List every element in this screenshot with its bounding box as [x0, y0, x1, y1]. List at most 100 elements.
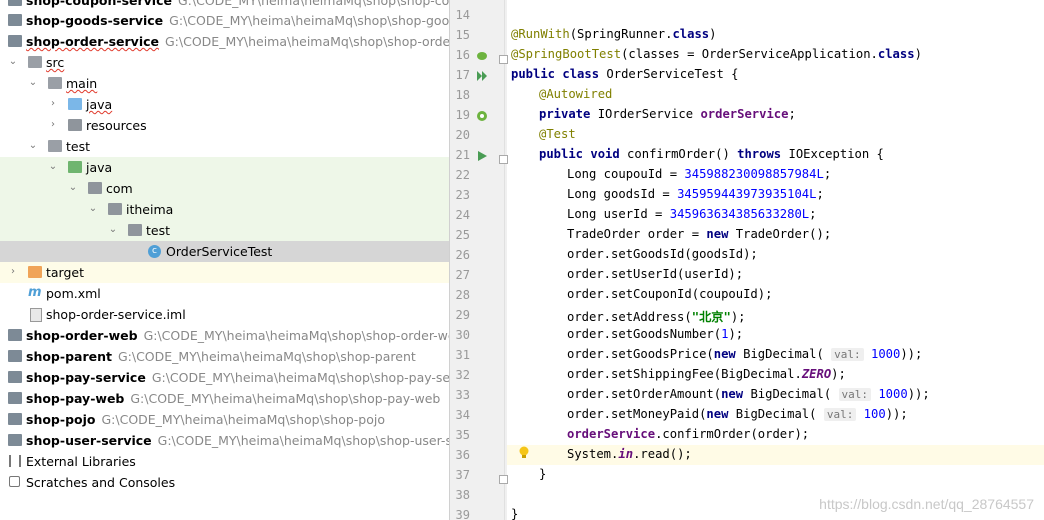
code-line: TradeOrder order = new TradeOrder(); — [567, 227, 832, 241]
line-number: 20 — [455, 128, 470, 142]
folder-icon — [28, 56, 42, 68]
param-hint: val: — [831, 348, 864, 361]
lightbulb-icon[interactable] — [518, 446, 530, 460]
module-name: shop-order-service — [26, 34, 159, 49]
tree-scratches-consoles[interactable]: Scratches and Consoles — [0, 472, 449, 493]
code-line: } — [511, 507, 519, 520]
line-number: 37 — [455, 468, 470, 482]
test-source-folder-icon — [68, 161, 82, 173]
code-line: order.setAddress("北京"); — [567, 310, 746, 324]
spring-bean-icon[interactable] — [476, 50, 488, 62]
tree-package-itheima[interactable]: ⌄ itheima — [0, 199, 449, 220]
module-icon — [8, 329, 22, 341]
fold-marker[interactable] — [499, 155, 508, 164]
run-test-icon[interactable] — [476, 150, 488, 162]
chevron-down-icon[interactable]: ⌄ — [68, 182, 78, 194]
module-path: G:\CODE_MY\heima\heimaMq\shop\shop-goods… — [169, 13, 449, 28]
tree-file-iml[interactable]: shop-order-service.iml — [0, 304, 449, 325]
chevron-down-icon[interactable]: ⌄ — [88, 203, 98, 215]
gutter-separator — [504, 0, 505, 520]
code-line: public class OrderServiceTest { — [511, 67, 739, 81]
chevron-down-icon[interactable]: ⌄ — [8, 56, 18, 68]
line-number: 38 — [455, 488, 470, 502]
tree-module-shop-order-web[interactable]: shop-order-web G:\CODE_MY\heima\heimaMq\s… — [0, 325, 449, 346]
java-class-icon: c — [148, 245, 161, 258]
iml-file-icon — [30, 308, 42, 322]
module-icon — [8, 35, 22, 47]
line-number: 33 — [455, 388, 470, 402]
module-path: G:\CODE_MY\heima\heimaMq\shop\shop-pay-s… — [151, 370, 449, 385]
tree-item-label: java — [86, 97, 113, 112]
line-number: 19 — [455, 108, 470, 122]
autowired-bean-icon[interactable] — [476, 110, 488, 122]
module-icon — [8, 14, 22, 26]
tree-module-shop-pay-service[interactable]: shop-pay-service G:\CODE_MY\heima\heimaMq… — [0, 367, 449, 388]
tree-file-pom[interactable]: m pom.xml — [0, 283, 449, 304]
tree-module-shop-pojo[interactable]: shop-pojo G:\CODE_MY\heima\heimaMq\shop\s… — [0, 409, 449, 430]
tree-package-test[interactable]: ⌄ test — [0, 220, 449, 241]
package-icon — [128, 224, 142, 236]
module-icon — [8, 350, 22, 362]
tree-module-shop-pay-web[interactable]: shop-pay-web G:\CODE_MY\heima\heimaMq\sho… — [0, 388, 449, 409]
code-line: order.setShippingFee(BigDecimal.ZERO); — [567, 367, 846, 381]
param-hint: val: — [838, 388, 871, 401]
code-line: @Autowired — [539, 87, 613, 101]
code-line: order.setCouponId(coupouId); — [567, 287, 773, 301]
module-icon — [8, 371, 22, 383]
module-path: G:\CODE_MY\heima\heimaMq\shop\shop-paren… — [117, 349, 416, 364]
tree-external-libraries[interactable]: External Libraries — [0, 451, 449, 472]
libraries-icon — [9, 455, 21, 467]
chevron-right-icon[interactable]: › — [48, 119, 58, 131]
tree-module-shop-goods-service[interactable]: shop-goods-service G:\CODE_MY\heima\heima… — [0, 10, 449, 31]
line-number: 14 — [455, 8, 470, 22]
tree-file-orderservicetest[interactable]: c OrderServiceTest — [0, 241, 449, 262]
tree-package-com[interactable]: ⌄ com — [0, 178, 449, 199]
run-all-tests-icon[interactable] — [476, 70, 488, 82]
resources-folder-icon — [68, 119, 82, 131]
tree-folder-main[interactable]: ⌄ main — [0, 73, 449, 94]
line-number: 29 — [455, 308, 470, 322]
code-line: Long coupouId = 345988230098857984L; — [567, 167, 832, 181]
tree-item-label: External Libraries — [26, 454, 136, 469]
module-path: G:\CODE_MY\heima\heimaMq\shop\shop-pay-w… — [130, 391, 441, 406]
code-line: order.setMoneyPaid(new BigDecimal( val: … — [567, 407, 908, 421]
chevron-right-icon[interactable]: › — [8, 266, 18, 278]
param-hint: val: — [823, 408, 857, 421]
module-path: G:\CODE_MY\heima\heimaMq\shop\shop-pojo — [101, 412, 386, 427]
tree-folder-resources[interactable]: › resources — [0, 115, 449, 136]
module-name: shop-parent — [26, 349, 112, 364]
fold-marker[interactable] — [499, 475, 508, 484]
tree-folder-java-test[interactable]: ⌄ java — [0, 157, 449, 178]
tree-module-shop-user-service[interactable]: shop-user-service G:\CODE_MY\heima\heimaM… — [0, 430, 449, 451]
line-number: 22 — [455, 168, 470, 182]
tree-item-label: com — [106, 181, 133, 196]
code-line: private IOrderService orderService; — [539, 107, 796, 121]
module-icon — [8, 413, 22, 425]
chevron-down-icon[interactable]: ⌄ — [108, 224, 118, 236]
fold-marker[interactable] — [499, 55, 508, 64]
code-line: order.setGoodsPrice(new BigDecimal( val:… — [567, 347, 923, 361]
tree-module-shop-parent[interactable]: shop-parent G:\CODE_MY\heima\heimaMq\shop… — [0, 346, 449, 367]
package-icon — [108, 203, 122, 215]
tree-item-label: resources — [86, 118, 147, 133]
chevron-down-icon[interactable]: ⌄ — [48, 161, 58, 173]
tree-folder-test[interactable]: ⌄ test — [0, 136, 449, 157]
line-number: 34 — [455, 408, 470, 422]
code-editor[interactable]: 14 15 16 17 18 19 20 21 22 23 24 25 26 2… — [450, 0, 1044, 520]
tree-item-label: itheima — [126, 202, 174, 217]
code-line: } — [539, 467, 547, 481]
code-line: orderService.confirmOrder(order); — [567, 427, 810, 441]
line-number: 27 — [455, 268, 470, 282]
tree-module-shop-order-service[interactable]: shop-order-service G:\CODE_MY\heima\heima… — [0, 31, 449, 52]
tree-item-label: target — [46, 265, 85, 280]
tree-folder-src[interactable]: ⌄ src — [0, 52, 449, 73]
tree-folder-java-main[interactable]: › java — [0, 94, 449, 115]
chevron-right-icon[interactable]: › — [48, 98, 58, 110]
chevron-down-icon[interactable]: ⌄ — [28, 77, 38, 89]
tree-item-label: pom.xml — [46, 286, 101, 301]
tree-folder-target[interactable]: › target — [0, 262, 449, 283]
tree-item-label: java — [86, 160, 113, 175]
code-line: order.setOrderAmount(new BigDecimal( val… — [567, 387, 930, 401]
line-number: 18 — [455, 88, 470, 102]
chevron-down-icon[interactable]: ⌄ — [28, 140, 38, 152]
